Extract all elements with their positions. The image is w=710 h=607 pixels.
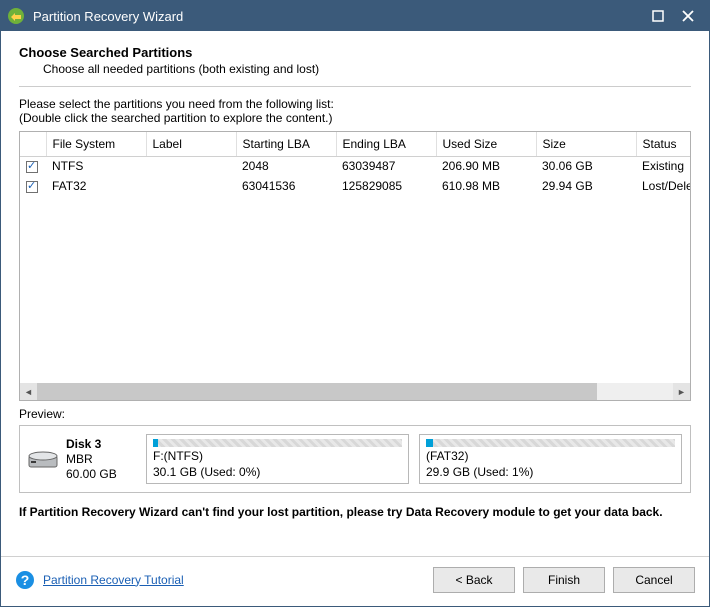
horizontal-scrollbar[interactable]: ◄ ► <box>20 383 690 400</box>
partition-label: (FAT32) <box>426 449 675 463</box>
cell-ending-lba: 63039487 <box>336 156 436 176</box>
preview-box: Disk 3 MBR 60.00 GB F:(NTFS) 30.1 GB (Us… <box>19 425 691 493</box>
scroll-left-arrow[interactable]: ◄ <box>20 383 37 400</box>
cell-size: 30.06 GB <box>536 156 636 176</box>
scroll-right-arrow[interactable]: ► <box>673 383 690 400</box>
title-bar: Partition Recovery Wizard <box>1 1 709 31</box>
window-title: Partition Recovery Wizard <box>33 9 643 24</box>
cancel-button[interactable]: Cancel <box>613 567 695 593</box>
svg-text:?: ? <box>21 572 30 588</box>
col-ending-lba[interactable]: Ending LBA <box>336 132 436 156</box>
table-header-row: File System Label Starting LBA Ending LB… <box>20 132 690 156</box>
cell-starting-lba: 2048 <box>236 156 336 176</box>
col-starting-lba[interactable]: Starting LBA <box>236 132 336 156</box>
maximize-button[interactable] <box>643 1 673 31</box>
col-checkbox[interactable] <box>20 132 46 156</box>
instructions-line2: (Double click the searched partition to … <box>19 111 691 125</box>
row-checkbox[interactable] <box>26 161 38 173</box>
cell-status: Existing <box>636 156 690 176</box>
row-checkbox[interactable] <box>26 181 38 193</box>
cell-filesystem: NTFS <box>46 156 146 176</box>
preview-label: Preview: <box>19 407 691 421</box>
cell-ending-lba: 125829085 <box>336 176 436 196</box>
col-label[interactable]: Label <box>146 132 236 156</box>
scroll-track[interactable] <box>37 383 673 400</box>
cell-label <box>146 176 236 196</box>
recovery-tip: If Partition Recovery Wizard can't find … <box>19 505 691 519</box>
partition-preview-block[interactable]: F:(NTFS) 30.1 GB (Used: 0%) <box>146 434 409 484</box>
instructions-line1: Please select the partitions you need fr… <box>19 97 691 111</box>
app-icon <box>7 7 25 25</box>
cell-starting-lba: 63041536 <box>236 176 336 196</box>
col-status[interactable]: Status <box>636 132 690 156</box>
back-button[interactable]: < Back <box>433 567 515 593</box>
scroll-thumb[interactable] <box>37 383 597 400</box>
disk-name: Disk 3 <box>66 437 117 452</box>
footer-bar: ? Partition Recovery Tutorial < Back Fin… <box>1 556 709 606</box>
cell-used-size: 206.90 MB <box>436 156 536 176</box>
cell-used-size: 610.98 MB <box>436 176 536 196</box>
disk-type: MBR <box>66 452 117 467</box>
partition-preview-block[interactable]: (FAT32) 29.9 GB (Used: 1%) <box>419 434 682 484</box>
tutorial-link[interactable]: Partition Recovery Tutorial <box>43 573 184 587</box>
close-icon <box>682 10 694 22</box>
hard-disk-icon <box>28 447 58 471</box>
help-icon[interactable]: ? <box>15 570 35 590</box>
divider <box>19 86 691 87</box>
col-used-size[interactable]: Used Size <box>436 132 536 156</box>
maximize-icon <box>652 10 664 22</box>
cell-status: Lost/Deleted <box>636 176 690 196</box>
cell-filesystem: FAT32 <box>46 176 146 196</box>
disk-capacity: 60.00 GB <box>66 467 117 482</box>
table-row[interactable]: FAT32 63041536 125829085 610.98 MB 29.94… <box>20 176 690 196</box>
close-button[interactable] <box>673 1 703 31</box>
cell-size: 29.94 GB <box>536 176 636 196</box>
partition-detail: 30.1 GB (Used: 0%) <box>153 465 402 479</box>
usage-bar <box>153 439 402 447</box>
partitions-table-wrap: File System Label Starting LBA Ending LB… <box>19 131 691 401</box>
table-row[interactable]: NTFS 2048 63039487 206.90 MB 30.06 GB Ex… <box>20 156 690 176</box>
usage-bar <box>426 439 675 447</box>
step-subtitle: Choose all needed partitions (both exist… <box>43 62 691 76</box>
step-title: Choose Searched Partitions <box>19 45 691 60</box>
partition-detail: 29.9 GB (Used: 1%) <box>426 465 675 479</box>
partition-label: F:(NTFS) <box>153 449 402 463</box>
finish-button[interactable]: Finish <box>523 567 605 593</box>
col-size[interactable]: Size <box>536 132 636 156</box>
cell-label <box>146 156 236 176</box>
disk-info: Disk 3 MBR 60.00 GB <box>28 437 136 482</box>
col-filesystem[interactable]: File System <box>46 132 146 156</box>
partitions-table: File System Label Starting LBA Ending LB… <box>20 132 690 196</box>
